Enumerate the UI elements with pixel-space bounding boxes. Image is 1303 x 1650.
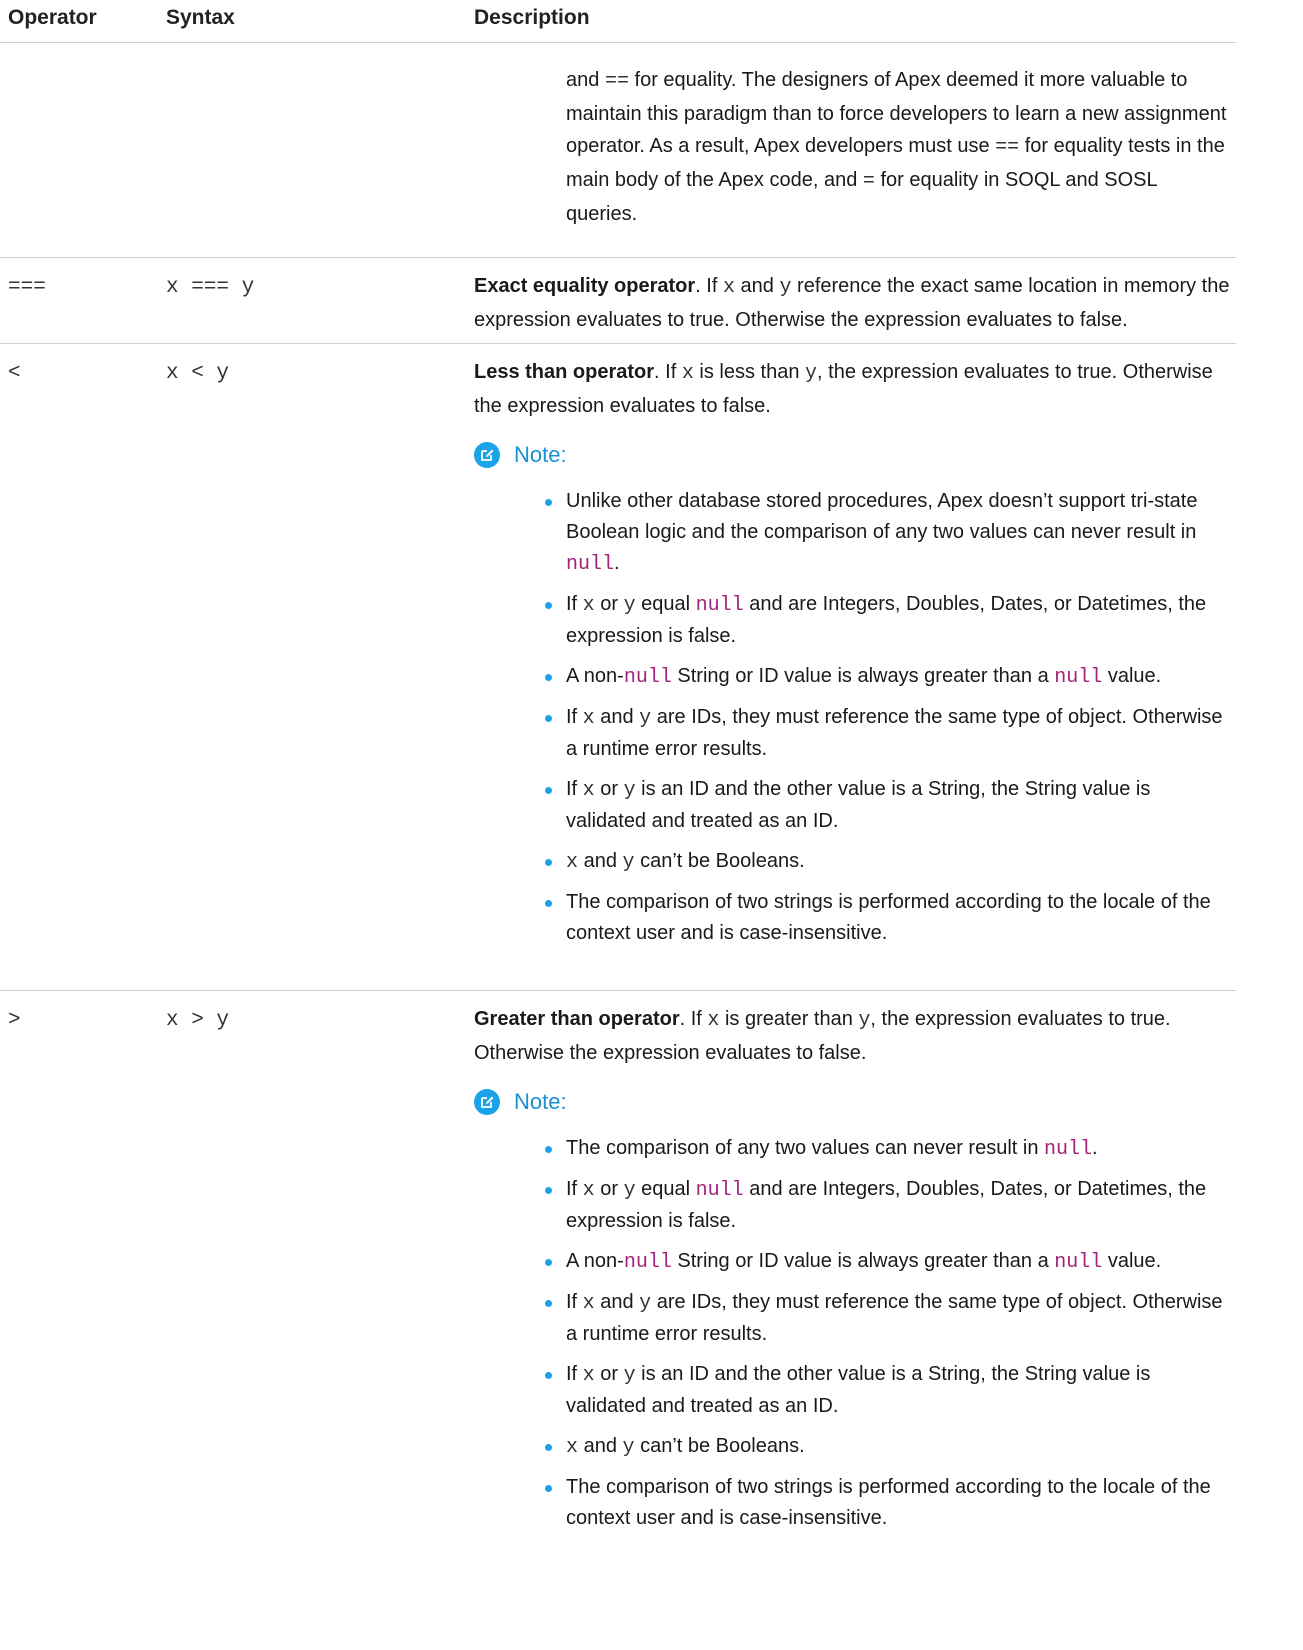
list-item: The comparison of two strings is perform…: [545, 1472, 1230, 1534]
list-item: If x or y equal null and are Integers, D…: [545, 589, 1230, 652]
edit-note-icon: [474, 442, 500, 468]
row-divider: [0, 343, 1236, 344]
list-item: If x or y is an ID and the other value i…: [545, 1359, 1230, 1422]
list-item: The comparison of two strings is perform…: [545, 887, 1230, 949]
column-header-syntax: Syntax: [166, 6, 235, 29]
note-header: Note:: [474, 442, 567, 468]
note-label: Note:: [514, 1089, 567, 1114]
operator-symbol-greater: >: [8, 1009, 21, 1032]
note-header: Note:: [474, 1089, 567, 1115]
header-divider: [0, 42, 1236, 43]
row-divider: [0, 257, 1236, 258]
list-item: A non-null String or ID value is always …: [545, 1246, 1230, 1278]
list-item: If x and y are IDs, they must reference …: [545, 702, 1230, 765]
operator-syntax-exact: x === y: [166, 276, 255, 299]
list-item: If x and y are IDs, they must reference …: [545, 1287, 1230, 1350]
list-item: A non-null String or ID value is always …: [545, 661, 1230, 693]
list-item: The comparison of any two values can nev…: [545, 1133, 1230, 1165]
column-header-operator: Operator: [8, 6, 97, 29]
column-header-description: Description: [474, 6, 590, 29]
operator-syntax-greater: x > y: [166, 1009, 230, 1032]
list-item: Unlike other database stored procedures,…: [545, 486, 1230, 580]
continuation-description: and == for equality. The designers of Ap…: [566, 69, 1227, 225]
operator-description-less: Less than operator. If x is less than y,…: [474, 361, 1213, 417]
edit-note-icon: [474, 1089, 500, 1115]
row-divider: [0, 990, 1236, 991]
operator-symbol-exact: ===: [8, 276, 46, 299]
operator-description-exact: Exact equality operator. If x and y refe…: [474, 275, 1230, 331]
operator-description-greater: Greater than operator. If x is greater t…: [474, 1008, 1171, 1064]
list-item: If x or y is an ID and the other value i…: [545, 774, 1230, 837]
operator-table: Operator Syntax Description and == for e…: [0, 0, 1303, 1650]
list-item: If x or y equal null and are Integers, D…: [545, 1174, 1230, 1237]
operator-syntax-less: x < y: [166, 362, 230, 385]
note-list: Unlike other database stored procedures,…: [545, 486, 1230, 958]
note-list: The comparison of any two values can nev…: [545, 1133, 1230, 1543]
note-label: Note:: [514, 442, 567, 467]
list-item: x and y can’t be Booleans.: [545, 846, 1230, 878]
list-item: x and y can’t be Booleans.: [545, 1431, 1230, 1463]
operator-symbol-less: <: [8, 362, 21, 385]
